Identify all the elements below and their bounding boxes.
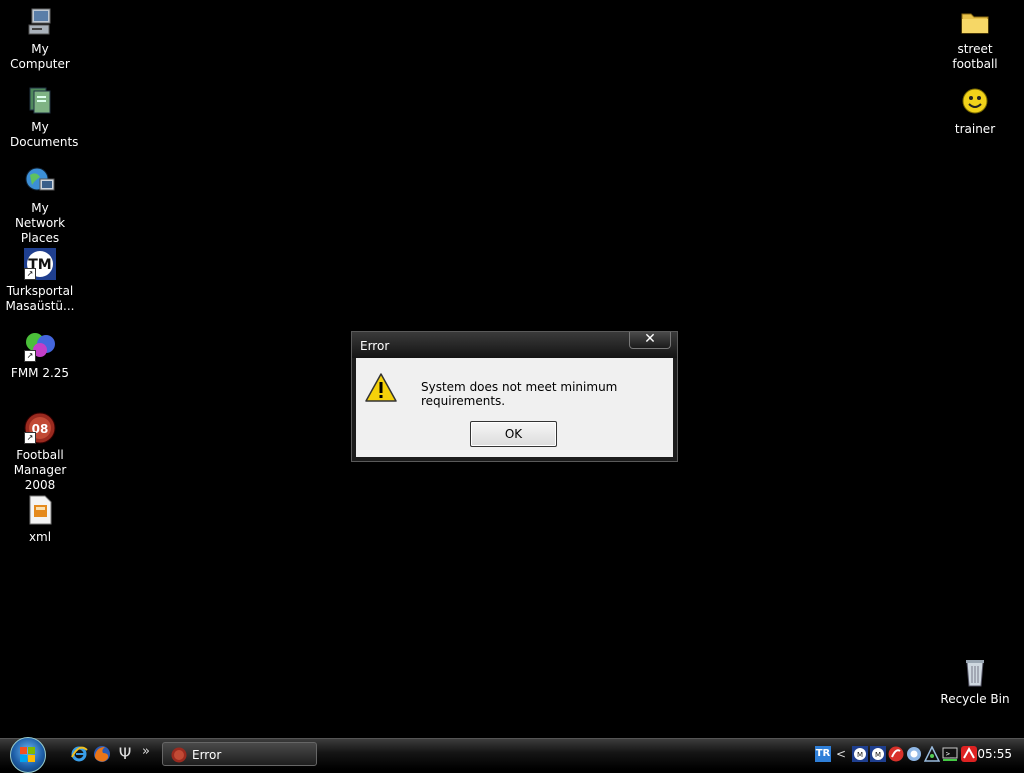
tray-app-icon[interactable]: M	[852, 746, 868, 762]
documents-folder-icon	[24, 84, 56, 116]
desktop-icon-label: Turksportal Masaüstü...	[5, 284, 75, 313]
fm08-icon	[171, 747, 187, 763]
close-button[interactable]: ✕	[629, 332, 671, 349]
taskbar-button-error[interactable]: Error	[162, 742, 317, 766]
desktop-icon-label: street football	[952, 42, 998, 71]
desktop-icon-xml[interactable]: xml	[0, 494, 80, 545]
clock[interactable]: 05:55	[977, 747, 1012, 761]
dialog-titlebar[interactable]: Error ✕	[352, 332, 677, 358]
network-tray-icon[interactable]	[923, 745, 941, 762]
desktop-icon-recycle-bin[interactable]: Recycle Bin	[935, 656, 1015, 707]
desktop-icon-my-documents[interactable]: My Documents	[0, 84, 80, 150]
ok-button[interactable]: OK	[470, 421, 557, 447]
antivirus-tray-icon[interactable]	[961, 746, 977, 762]
svg-text:M: M	[875, 751, 881, 759]
recycle-bin-icon	[959, 656, 991, 688]
computer-icon	[24, 6, 56, 38]
xml-file-icon	[24, 494, 56, 526]
desktop-icon-my-network-places[interactable]: My Network Places	[0, 165, 80, 246]
windows-logo-icon	[20, 747, 35, 762]
desktop-icon-trainer[interactable]: trainer	[935, 86, 1015, 137]
tray-app-icon[interactable]	[888, 746, 904, 762]
dialog-body: System does not meet minimum requirement…	[356, 358, 673, 457]
taskbar-button-label: Error	[192, 748, 222, 762]
tray-app-icon[interactable]	[906, 746, 922, 762]
desktop-icon-label: xml	[28, 530, 52, 544]
svg-text:>_: >_	[946, 750, 955, 758]
monitor-tray-icon[interactable]: >_	[942, 746, 958, 762]
error-dialog: Error ✕ System does not meet minimum req…	[351, 331, 678, 462]
quick-launch-overflow-button[interactable]: »	[142, 745, 154, 763]
internet-explorer-icon[interactable]	[70, 745, 88, 763]
desktop-icon-street-football[interactable]: street football	[935, 6, 1015, 72]
desktop-icon-my-computer[interactable]: My Computer	[0, 6, 80, 72]
warning-icon	[364, 372, 398, 404]
tray-expand-button[interactable]: <	[836, 746, 846, 762]
desktop-icon-label: My Network Places	[14, 201, 66, 245]
shortcut-arrow-icon: ↗	[24, 350, 36, 362]
desktop-icon-turksportal[interactable]: TM ↗ Turksportal Masaüstü...	[0, 248, 80, 314]
shortcut-arrow-icon: ↗	[24, 432, 36, 444]
tray-app-icon[interactable]: M	[870, 746, 886, 762]
desktop-icon-label: Recycle Bin	[940, 692, 1010, 706]
dialog-title: Error	[360, 339, 390, 353]
desktop-icon-label: My Computer	[10, 42, 70, 71]
desktop-icon-label: Football Manager 2008	[13, 448, 67, 492]
desktop-icon-label: FMM 2.25	[10, 366, 70, 380]
fmm-ball-icon: ↗	[24, 330, 56, 362]
dialog-message: System does not meet minimum requirement…	[421, 380, 618, 408]
psi-icon[interactable]: Ψ	[116, 745, 134, 763]
svg-text:M: M	[857, 751, 863, 759]
taskbar: Ψ » Error TR < M M >_ 05:55	[0, 737, 1024, 773]
desktop-icon-label: My Documents	[10, 120, 79, 149]
folder-icon	[959, 6, 991, 38]
desktop-icon-fmm[interactable]: ↗ FMM 2.25	[0, 330, 80, 381]
tm-logo-icon: TM ↗	[24, 248, 56, 280]
desktop-icon-football-manager-2008[interactable]: 08 ↗ Football Manager 2008	[0, 412, 80, 493]
smiley-face-icon	[959, 86, 991, 118]
desktop-icon-label: trainer	[954, 122, 996, 136]
language-indicator[interactable]: TR	[815, 746, 831, 762]
fm08-icon: 08 ↗	[24, 412, 56, 444]
network-globe-icon	[24, 165, 56, 197]
firefox-icon[interactable]	[93, 745, 111, 763]
shortcut-arrow-icon: ↗	[24, 268, 36, 280]
